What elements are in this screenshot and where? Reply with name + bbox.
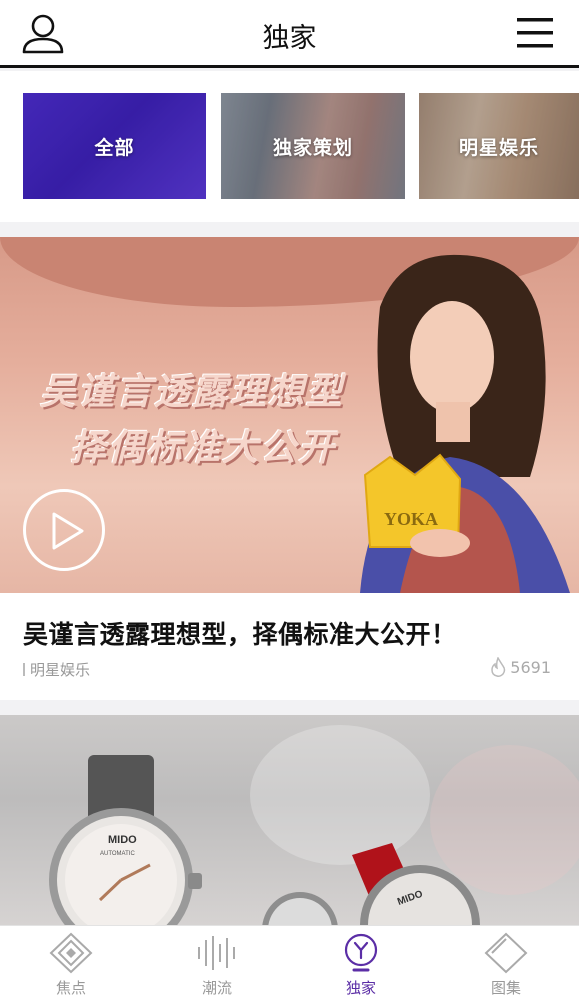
menu-icon[interactable]: [517, 16, 553, 50]
diamond-target-icon: [49, 932, 93, 974]
tab-exclusive[interactable]: 独家: [306, 932, 416, 998]
play-button[interactable]: [23, 489, 105, 571]
category-label: 明星娱乐: [458, 136, 539, 159]
sound-wave-icon: [198, 936, 235, 970]
article-tag[interactable]: 明星娱乐: [23, 659, 90, 680]
yoka-y-icon: [344, 933, 378, 972]
view-count: 5691: [490, 657, 551, 677]
tab-label: 图集: [490, 979, 521, 997]
article-card-watch[interactable]: MIDO AUTOMATIC MIDO: [0, 715, 579, 925]
view-count-value: 5691: [510, 657, 551, 677]
top-header: 独家: [0, 0, 579, 68]
watch-photo: MIDO AUTOMATIC MIDO: [49, 755, 480, 925]
category-label: 独家策划: [272, 136, 353, 159]
tag-label: 明星娱乐: [30, 661, 91, 679]
tab-label: 独家: [345, 979, 376, 997]
tab-gallery[interactable]: 图集: [451, 932, 561, 998]
gallery-diamond-icon: [484, 932, 528, 974]
tab-label: 焦点: [55, 979, 86, 997]
page-title: 独家: [262, 23, 317, 54]
tab-label: 潮流: [201, 979, 232, 997]
crown-text: YOKA: [384, 509, 438, 529]
article-headline[interactable]: 吴谨言透露理想型，择偶标准大公开！: [23, 615, 457, 651]
category-label: 全部: [94, 136, 135, 159]
tag-divider: [23, 663, 25, 676]
celebrity-photo: YOKA: [360, 254, 570, 593]
category-strip: 全部 独家策划 明星娱乐: [0, 71, 579, 222]
tab-focus[interactable]: 焦点: [16, 932, 126, 998]
article-card[interactable]: YOKA 吴谨言透露理想型 择偶标准大公开 吴谨言透露理想型，择偶标准大公开！ …: [0, 237, 579, 700]
category-all[interactable]: 全部: [23, 93, 206, 199]
hero-overlay-line1: 吴谨言透露理想型: [40, 372, 345, 413]
category-exclusive-plan[interactable]: 独家策划: [221, 93, 405, 199]
bottom-tab-bar: 焦点 潮流 独家 图集: [0, 925, 579, 1000]
category-celebrity[interactable]: 明星娱乐: [419, 93, 579, 199]
hero-overlay-line2: 择偶标准大公开: [70, 428, 337, 469]
watch-brand-sub: AUTOMATIC: [100, 851, 135, 857]
watch-brand: MIDO: [108, 834, 137, 846]
flame-icon: [491, 657, 506, 677]
play-icon: [52, 512, 84, 550]
article-hero-image[interactable]: YOKA 吴谨言透露理想型 择偶标准大公开: [0, 237, 579, 593]
tab-trend[interactable]: 潮流: [162, 932, 272, 998]
